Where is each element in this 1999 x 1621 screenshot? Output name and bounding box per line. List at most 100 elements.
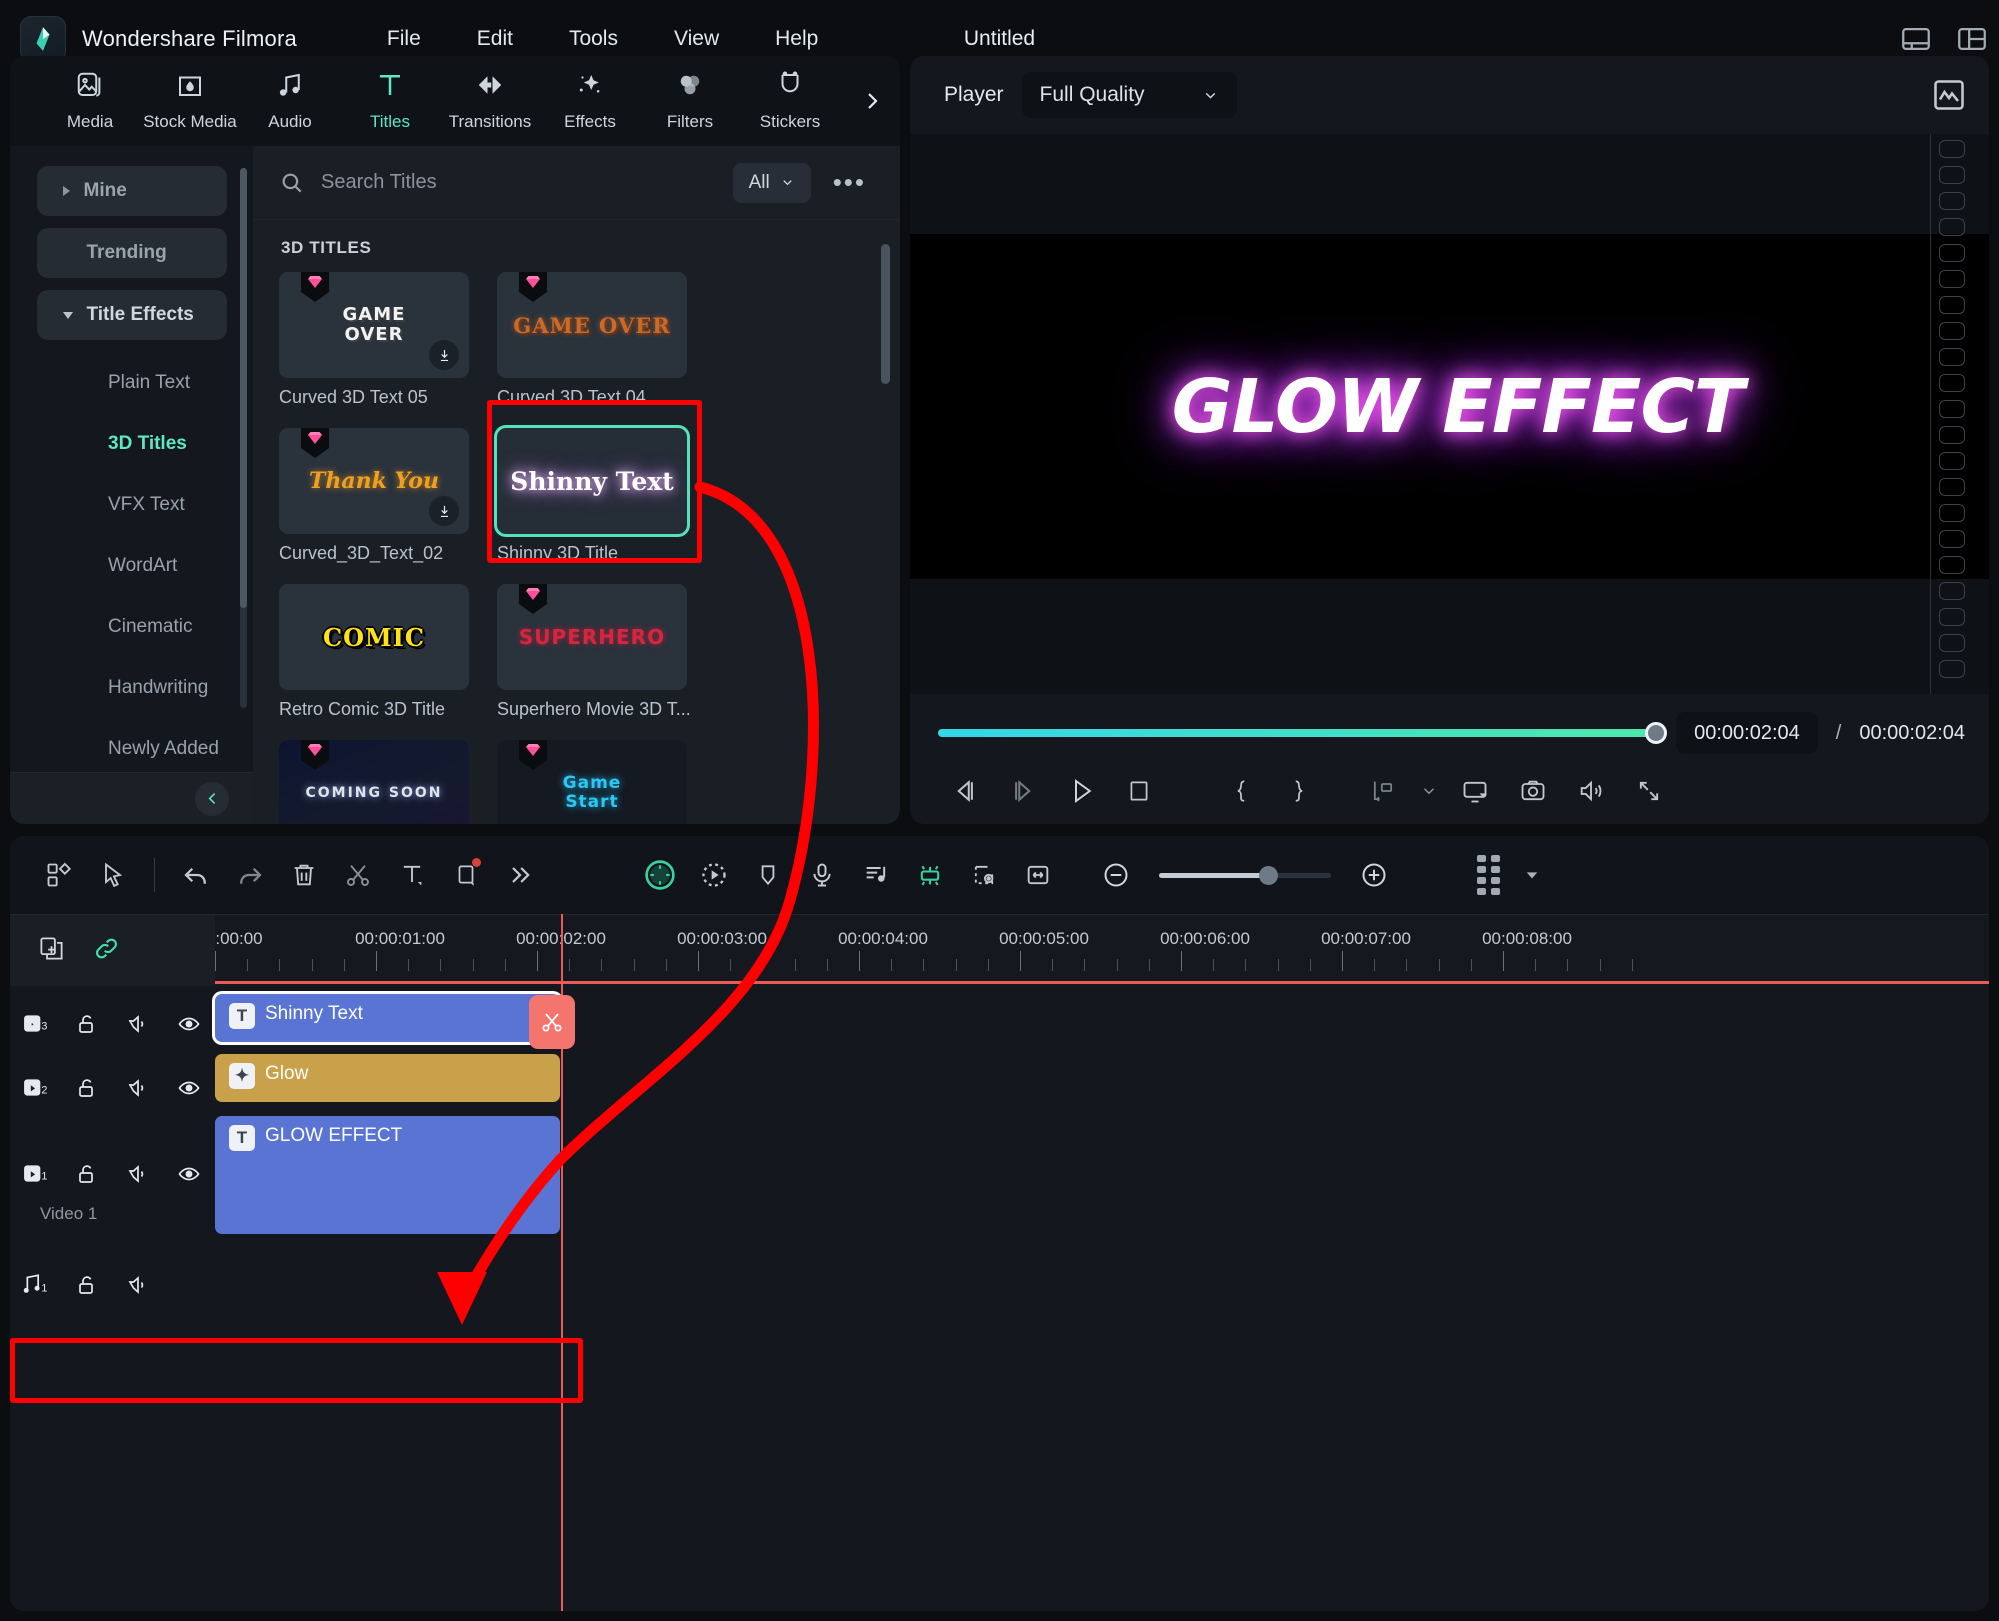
- redo-button[interactable]: [223, 850, 277, 900]
- mute-icon[interactable]: [112, 1002, 163, 1046]
- lock-icon[interactable]: [61, 1066, 112, 1110]
- keyframe-button[interactable]: [1354, 766, 1412, 816]
- title-card-curved-3d-text-02[interactable]: Thank You Curved_3D_Text_02: [279, 428, 469, 564]
- scope-icon[interactable]: [1931, 77, 1967, 113]
- sidebar-group-mine[interactable]: Mine: [36, 166, 227, 216]
- seek-bar[interactable]: [938, 722, 1668, 744]
- title-card-curved-3d-text-04[interactable]: GAME OVER Curved 3D Text 04: [497, 272, 687, 408]
- menu-help[interactable]: Help: [769, 23, 824, 55]
- sidebar-item-wordart[interactable]: WordArt: [10, 535, 253, 596]
- search-input[interactable]: [321, 171, 717, 194]
- clip-glow-effect[interactable]: T GLOW EFFECT: [215, 1116, 560, 1234]
- fit-timeline-button[interactable]: [1011, 850, 1065, 900]
- track-view-button[interactable]: [1461, 850, 1515, 900]
- text-tool-button[interactable]: [385, 850, 439, 900]
- track-clip-area[interactable]: ✦ Glow: [215, 1050, 1989, 1112]
- title-card-curved-3d-text-05[interactable]: GAME OVER Curved 3D Text 05: [279, 272, 469, 408]
- tab-transitions[interactable]: Transitions: [440, 58, 540, 144]
- mark-out-button[interactable]: [1270, 766, 1328, 816]
- link-icon[interactable]: [93, 935, 120, 967]
- layout-bottom-icon[interactable]: [1899, 22, 1933, 56]
- tab-titles[interactable]: Titles: [340, 58, 440, 144]
- title-card-retro-comic-3d-title[interactable]: COMIC Retro Comic 3D Title: [279, 584, 469, 720]
- add-track-icon[interactable]: [38, 935, 65, 967]
- crop-button[interactable]: [439, 850, 493, 900]
- split-button[interactable]: [331, 850, 385, 900]
- keyframe-dropdown[interactable]: [1412, 766, 1446, 816]
- sidebar-scrollbar-thumb[interactable]: [240, 168, 247, 608]
- select-tool-button[interactable]: [86, 850, 140, 900]
- menu-file[interactable]: File: [381, 23, 427, 55]
- mute-icon[interactable]: [112, 1152, 163, 1196]
- zoom-slider[interactable]: [1159, 865, 1331, 885]
- sidebar-item-vfx-text[interactable]: VFX Text: [10, 474, 253, 535]
- lock-icon[interactable]: [61, 1152, 112, 1196]
- current-time[interactable]: 00:00:02:04: [1676, 712, 1818, 754]
- tab-effects[interactable]: Effects: [540, 58, 640, 144]
- clip-glow[interactable]: ✦ Glow: [215, 1054, 560, 1102]
- zoom-slider-knob[interactable]: [1258, 865, 1278, 885]
- menu-tools[interactable]: Tools: [563, 23, 624, 55]
- tab-stock-media[interactable]: Stock Media: [140, 58, 240, 144]
- beat-detect-button[interactable]: [849, 850, 903, 900]
- fullscreen-button[interactable]: [1620, 766, 1678, 816]
- tab-audio[interactable]: Audio: [240, 58, 340, 144]
- zoom-in-button[interactable]: [1347, 850, 1401, 900]
- play-button[interactable]: [1052, 766, 1110, 816]
- ai-tools-button[interactable]: [633, 850, 687, 900]
- sidebar-item-3d-titles[interactable]: 3D Titles: [10, 413, 253, 474]
- sidebar-group-trending[interactable]: Trending: [36, 228, 227, 278]
- title-card-superhero-movie-3d-title[interactable]: SUPERHERO Superhero Movie 3D T...: [497, 584, 691, 720]
- eye-icon[interactable]: [163, 1152, 214, 1196]
- menu-edit[interactable]: Edit: [471, 23, 519, 55]
- prev-frame-button[interactable]: [936, 766, 994, 816]
- more-tools-button[interactable]: [493, 850, 547, 900]
- track-clip-area[interactable]: T Shinny Text: [215, 986, 1989, 1050]
- seek-knob[interactable]: [1645, 722, 1668, 744]
- mute-icon[interactable]: [112, 1263, 163, 1307]
- title-card-shinny-3d-title[interactable]: Shinny Text Shinny 3D Title: [497, 428, 687, 564]
- title-card-game-start[interactable]: Game Start: [497, 740, 687, 824]
- lock-icon[interactable]: [61, 1002, 112, 1046]
- auto-sync-button[interactable]: [903, 850, 957, 900]
- voiceover-button[interactable]: [795, 850, 849, 900]
- track-view-dropdown[interactable]: [1515, 850, 1549, 900]
- sidebar-item-plain-text[interactable]: Plain Text: [10, 352, 253, 413]
- screen-record-button[interactable]: [957, 850, 1011, 900]
- marker-button[interactable]: [741, 850, 795, 900]
- download-icon[interactable]: [429, 340, 459, 370]
- lock-icon[interactable]: [61, 1263, 112, 1307]
- sidebar-item-cinematic[interactable]: Cinematic: [10, 596, 253, 657]
- sidebar-group-title-effects[interactable]: Title Effects: [36, 290, 227, 340]
- sidebar-scrollbar[interactable]: [240, 168, 247, 708]
- tab-stickers[interactable]: Stickers: [740, 58, 840, 144]
- clip-shinny-text[interactable]: T Shinny Text: [215, 994, 560, 1042]
- tabs-next-icon[interactable]: [854, 83, 890, 119]
- tab-media[interactable]: Media: [40, 58, 140, 144]
- filter-all-dropdown[interactable]: All: [732, 162, 811, 203]
- menu-view[interactable]: View: [668, 23, 725, 55]
- layout-split-icon[interactable]: [1955, 22, 1989, 56]
- title-card-coming-soon[interactable]: COMING SOON: [279, 740, 469, 824]
- sidebar-item-handwriting[interactable]: Handwriting: [10, 657, 253, 718]
- eye-icon[interactable]: [163, 1066, 214, 1110]
- delete-button[interactable]: [277, 850, 331, 900]
- quality-dropdown[interactable]: Full Quality: [1021, 72, 1237, 118]
- volume-button[interactable]: [1562, 766, 1620, 816]
- playhead-handle[interactable]: [529, 995, 575, 1049]
- track-clip-area[interactable]: T GLOW EFFECT: [215, 1112, 1989, 1247]
- mark-in-button[interactable]: [1212, 766, 1270, 816]
- templates-button[interactable]: [32, 850, 86, 900]
- auto-highlight-button[interactable]: [687, 850, 741, 900]
- mute-icon[interactable]: [112, 1066, 163, 1110]
- eye-icon[interactable]: [163, 1002, 214, 1046]
- stop-button[interactable]: [1110, 766, 1168, 816]
- timeline-ruler[interactable]: :00:0000:00:01:0000:00:02:0000:00:03:000…: [215, 915, 1989, 986]
- more-options-icon[interactable]: •••: [827, 167, 872, 198]
- download-icon[interactable]: [429, 496, 459, 526]
- display-button[interactable]: [1446, 766, 1504, 816]
- sidebar-item-newly-added[interactable]: Newly Added: [10, 718, 253, 779]
- snapshot-button[interactable]: [1504, 766, 1562, 816]
- next-frame-button[interactable]: [994, 766, 1052, 816]
- zoom-out-button[interactable]: [1089, 850, 1143, 900]
